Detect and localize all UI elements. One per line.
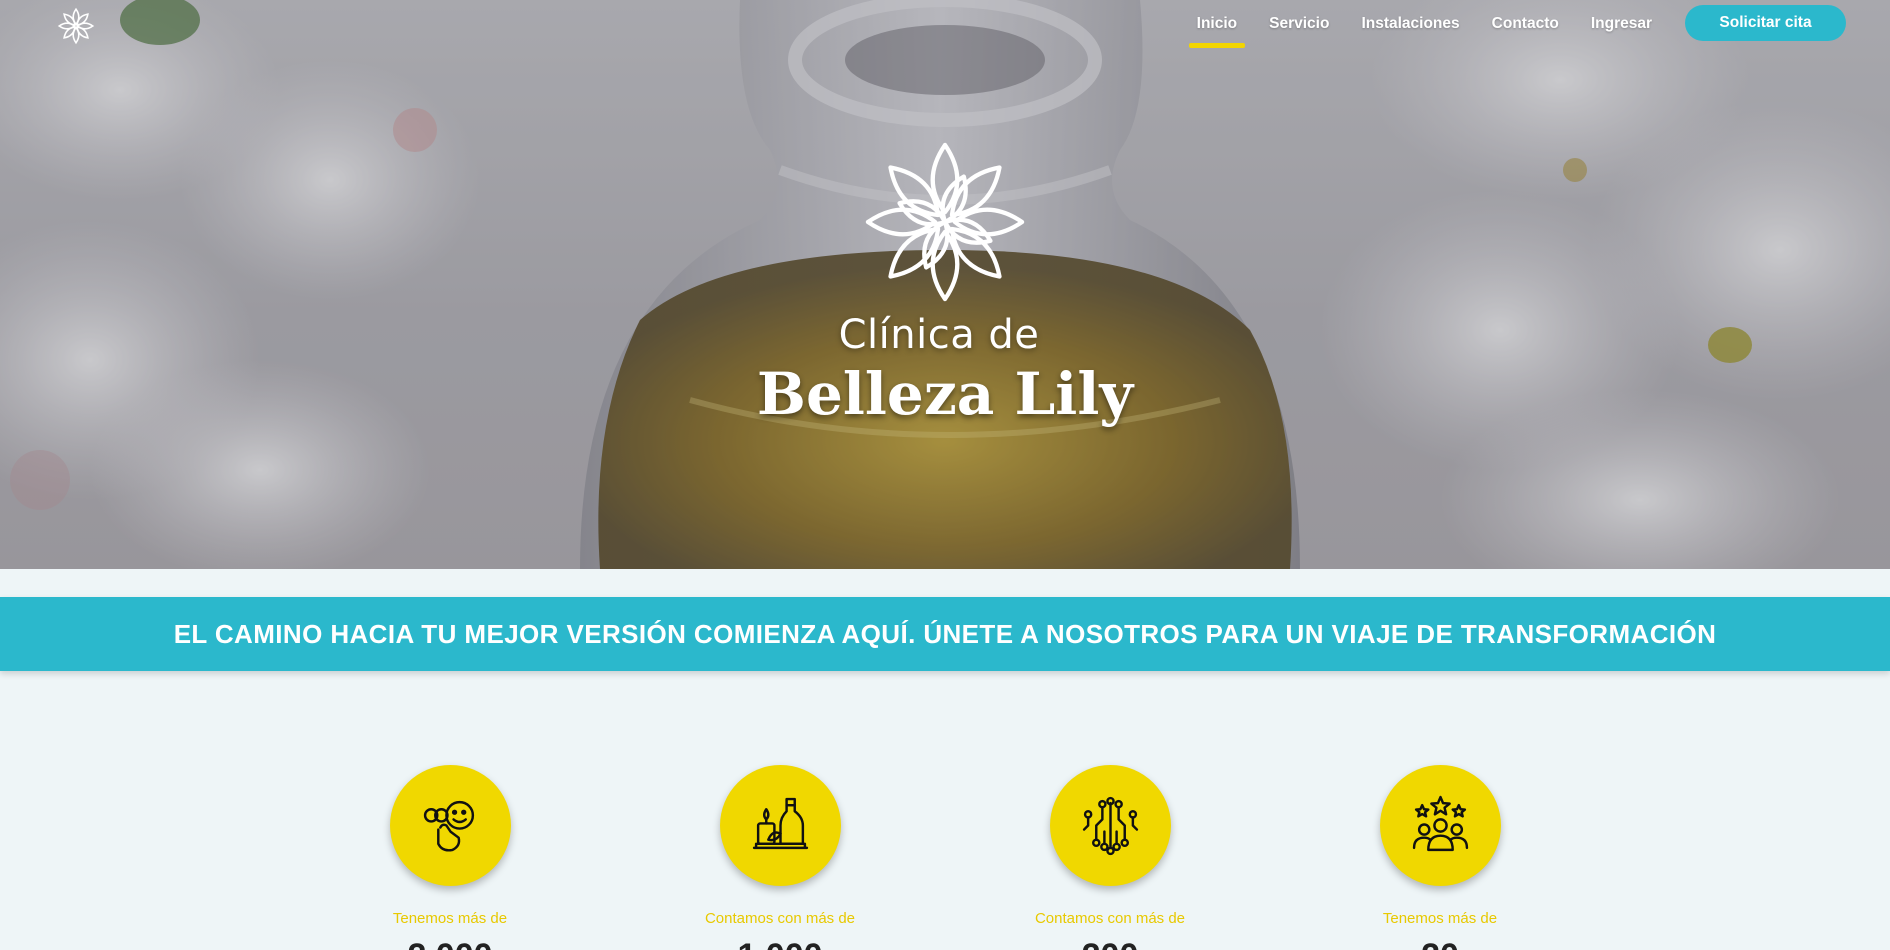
brand-title-line1: Clínica de <box>838 312 1040 358</box>
tagline-text: EL CAMINO HACIA TU MEJOR VERSIÓN COMIENZ… <box>173 618 1717 649</box>
stat-value: 2.000 <box>320 937 580 950</box>
stat-label: Contamos con más de <box>1034 910 1186 927</box>
nav-item-inicio[interactable]: Inicio <box>1181 0 1253 48</box>
nav-item-servicio[interactable]: Servicio <box>1253 0 1345 48</box>
stat-icon-circle <box>1049 765 1171 886</box>
spa-products-icon <box>752 797 808 850</box>
team-stars-icon <box>1412 795 1468 852</box>
nav-menu: Inicio Servicio Instalaciones Contacto I… <box>1181 0 1668 48</box>
stat-icon-circle <box>719 765 841 886</box>
stat-icon-circle <box>389 765 511 886</box>
nav-item-instalaciones[interactable]: Instalaciones <box>1345 0 1475 48</box>
tagline-banner: EL CAMINO HACIA TU MEJOR VERSIÓN COMIENZ… <box>0 597 1890 671</box>
stat-label: Contamos con más de <box>704 910 856 927</box>
stat-card: Tenemos más de 20 <box>1310 765 1570 950</box>
happy-client-icon <box>423 800 474 852</box>
nav-item-ingresar[interactable]: Ingresar <box>1575 0 1668 48</box>
stat-label: Tenemos más de <box>392 910 508 927</box>
lotus-icon[interactable] <box>56 6 96 46</box>
stat-value: 1.000 <box>650 937 910 950</box>
stat-label: Tenemos más de <box>1382 910 1498 927</box>
stat-card: Tenemos más de 2.000 <box>320 765 580 950</box>
stat-value: 200 <box>980 937 1240 950</box>
nav-item-contacto[interactable]: Contacto <box>1476 0 1575 48</box>
solicitar-cita-button[interactable]: Solicitar cita <box>1685 5 1846 41</box>
stat-value: 20 <box>1310 937 1570 950</box>
hero-brand: Clínica de Belleza Lily <box>0 140 1890 428</box>
top-navigation: Inicio Servicio Instalaciones Contacto I… <box>0 0 1890 50</box>
stat-icon-circle <box>1379 765 1501 886</box>
stat-card: Contamos con más de 1.000 <box>650 765 910 950</box>
brand-title-line2: Belleza Lily <box>756 360 1134 428</box>
stat-card: Contamos con más de 200 <box>980 765 1240 950</box>
lotus-icon <box>865 142 1025 302</box>
technology-circuit-icon <box>1082 796 1138 856</box>
